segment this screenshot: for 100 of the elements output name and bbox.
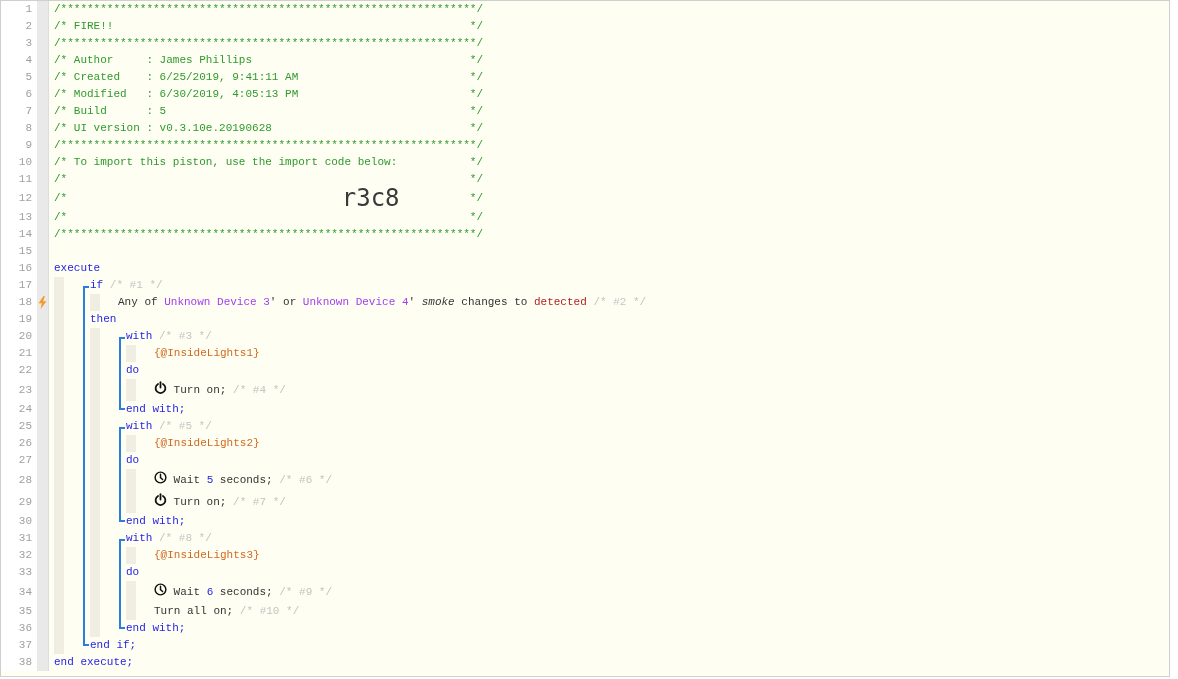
device-name: Unknown Device 4 bbox=[302, 296, 409, 308]
keyword: with bbox=[126, 532, 153, 544]
comment-text: /* To import this piston, use the import code below: bbox=[54, 155, 398, 171]
keyword: end with; bbox=[126, 622, 186, 634]
comment-text: /***************************************************************/ bbox=[54, 138, 484, 154]
device-name: Unknown Device 3 bbox=[164, 296, 270, 308]
line-number: 36 bbox=[1, 620, 37, 637]
number-value: 5 bbox=[206, 473, 214, 486]
comment-text: */ bbox=[469, 172, 484, 188]
line-number: 2 bbox=[1, 18, 37, 35]
line-number: 33 bbox=[1, 564, 37, 581]
line-number: 13 bbox=[1, 209, 37, 226]
comment-text: */ bbox=[469, 19, 484, 35]
line-number: 3 bbox=[1, 35, 37, 52]
import-code: r3c8 bbox=[341, 188, 400, 209]
line-number: 10 bbox=[1, 154, 37, 171]
code-comment: /* #3 */ bbox=[159, 330, 212, 342]
code-text: ' or bbox=[269, 296, 297, 308]
keyword: execute bbox=[54, 262, 101, 274]
gutter-cell bbox=[37, 1, 49, 18]
line-number: 1 bbox=[1, 1, 37, 18]
comment-text: /* FIRE!! bbox=[54, 19, 114, 35]
line-number: 32 bbox=[1, 547, 37, 564]
line-number: 11 bbox=[1, 171, 37, 188]
code-comment: /* #2 */ bbox=[593, 296, 647, 308]
line-number: 9 bbox=[1, 137, 37, 154]
line-number: 27 bbox=[1, 452, 37, 469]
line-number: 18 bbox=[1, 294, 37, 311]
code-text: Wait bbox=[173, 473, 200, 486]
number-value: 6 bbox=[206, 585, 214, 598]
keyword: then bbox=[90, 313, 117, 325]
comment-text: /* UI version : v0.3.10e.20190628 bbox=[54, 121, 272, 137]
line-number: 31 bbox=[1, 530, 37, 547]
comment-text: /* Author : James Phillips bbox=[54, 53, 253, 69]
variable-name: {@InsideLights1} bbox=[154, 347, 260, 359]
code-text: Any of bbox=[118, 296, 158, 308]
line-number: 28 bbox=[1, 469, 37, 491]
keyword: end if; bbox=[90, 639, 137, 651]
line-number: 25 bbox=[1, 418, 37, 435]
line-number: 15 bbox=[1, 243, 37, 260]
comment-text: /***************************************************************/ bbox=[54, 227, 484, 243]
comment-text: */ bbox=[469, 155, 484, 171]
power-icon bbox=[154, 380, 167, 394]
keyword: end execute; bbox=[54, 656, 134, 668]
comment-text: /* Modified : 6/30/2019, 4:05:13 PM bbox=[54, 87, 299, 103]
value-text: detected bbox=[533, 296, 587, 308]
comment-text: /* Created : 6/25/2019, 9:41:11 AM bbox=[54, 70, 299, 86]
code-text: seconds; bbox=[219, 585, 273, 598]
power-icon bbox=[154, 492, 167, 506]
code-text: Turn all on; bbox=[154, 605, 234, 617]
code-text: seconds; bbox=[219, 473, 273, 486]
line-number: 38 bbox=[1, 654, 37, 671]
line-number: 8 bbox=[1, 120, 37, 137]
code-comment: /* #7 */ bbox=[233, 495, 286, 508]
clock-icon bbox=[154, 582, 167, 596]
comment-text: /* Build : 5 bbox=[54, 104, 167, 120]
keyword: end with; bbox=[126, 403, 186, 415]
line-number: 23 bbox=[1, 379, 37, 401]
code-comment: /* #5 */ bbox=[159, 420, 212, 432]
comment-text: */ bbox=[469, 121, 484, 137]
comment-text: */ bbox=[469, 210, 484, 226]
comment-text: /***************************************************************/ bbox=[54, 36, 484, 52]
line-number: 5 bbox=[1, 69, 37, 86]
keyword: end with; bbox=[126, 515, 186, 527]
line-number: 6 bbox=[1, 86, 37, 103]
comment-text: /***************************************************************/ bbox=[54, 2, 484, 18]
line-number: 4 bbox=[1, 52, 37, 69]
line-number: 7 bbox=[1, 103, 37, 120]
keyword: with bbox=[126, 420, 153, 432]
gutter-cell bbox=[37, 654, 49, 671]
line-number: 24 bbox=[1, 401, 37, 418]
code-text: Turn on; bbox=[173, 495, 227, 508]
code-text: Wait bbox=[173, 585, 200, 598]
clock-icon bbox=[154, 470, 167, 484]
code-text: changes to bbox=[461, 296, 528, 308]
code-text: ' bbox=[408, 296, 416, 308]
line-number: 19 bbox=[1, 311, 37, 328]
attribute-name: smoke bbox=[421, 296, 455, 308]
code-text: Turn on; bbox=[173, 383, 227, 396]
line-number: 16 bbox=[1, 260, 37, 277]
line-number: 37 bbox=[1, 637, 37, 654]
line-number: 21 bbox=[1, 345, 37, 362]
comment-text: */ bbox=[469, 191, 484, 207]
keyword: do bbox=[126, 454, 140, 466]
comment-text: /* bbox=[54, 172, 68, 188]
line-number: 12 bbox=[1, 188, 37, 209]
comment-text: */ bbox=[469, 104, 484, 120]
comment-text: */ bbox=[469, 53, 484, 69]
line-number: 26 bbox=[1, 435, 37, 452]
keyword: if bbox=[90, 279, 104, 291]
keyword: with bbox=[126, 330, 153, 342]
comment-text: */ bbox=[469, 87, 484, 103]
keyword: do bbox=[126, 566, 140, 578]
line-number: 29 bbox=[1, 491, 37, 513]
code-comment: /* #4 */ bbox=[233, 383, 286, 396]
line-number: 34 bbox=[1, 581, 37, 603]
variable-name: {@InsideLights3} bbox=[154, 549, 260, 561]
line-number: 20 bbox=[1, 328, 37, 345]
line-number: 14 bbox=[1, 226, 37, 243]
line-number: 22 bbox=[1, 362, 37, 379]
